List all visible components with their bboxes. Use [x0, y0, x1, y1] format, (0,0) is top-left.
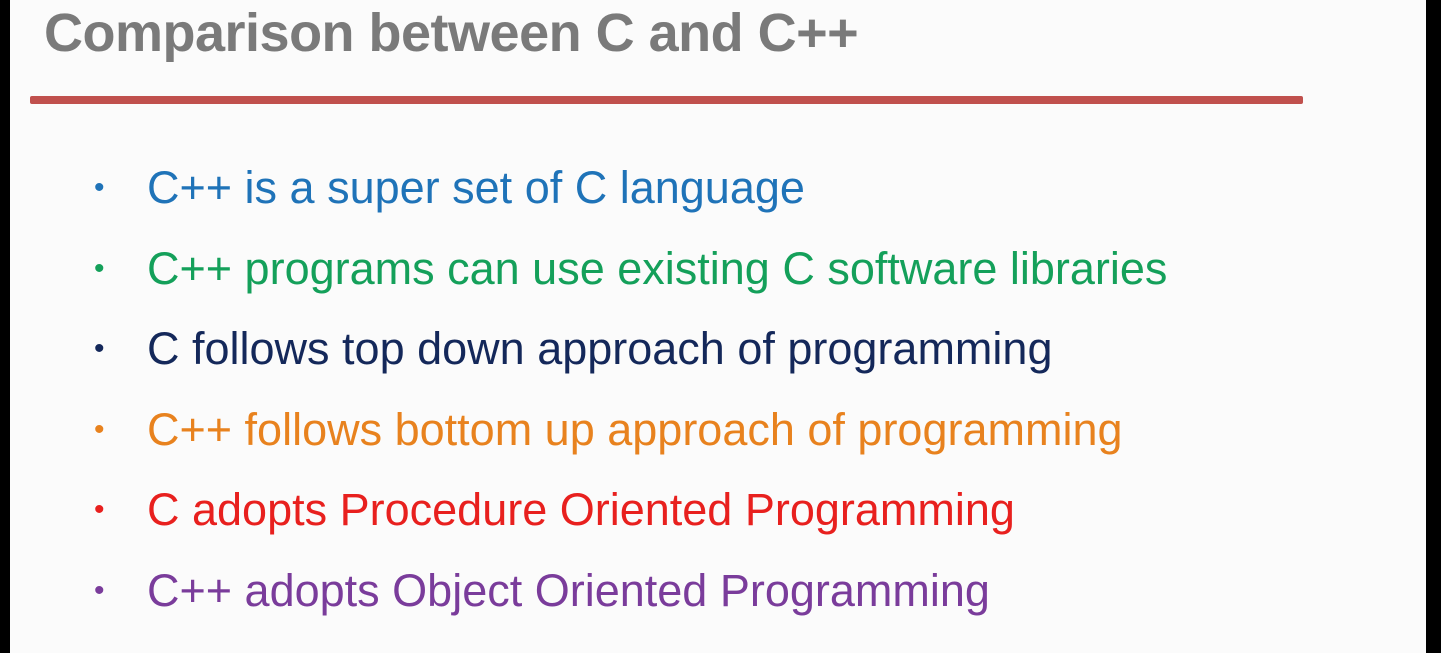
bullet-item: • C++ adopts Object Oriented Programming	[90, 551, 1167, 632]
bullet-text: C++ adopts Object Oriented Programming	[147, 564, 990, 616]
bullet-list: • C++ is a super set of C language • C++…	[90, 148, 1167, 631]
bullet-marker: •	[94, 251, 105, 285]
bullet-marker: •	[94, 412, 105, 446]
bullet-item: • C follows top down approach of program…	[90, 309, 1167, 390]
bullet-text: C adopts Procedure Oriented Programming	[147, 484, 1015, 535]
bullet-item: • C++ programs can use existing C softwa…	[90, 229, 1167, 310]
bullet-text: C++ is a super set of C language	[147, 162, 805, 213]
bullet-marker: •	[94, 171, 105, 204]
bullet-item: • C adopts Procedure Oriented Programmin…	[90, 470, 1167, 551]
bullet-item: • C++ follows bottom up approach of prog…	[90, 390, 1167, 471]
slide-title: Comparison between C and C++	[44, 3, 859, 63]
slide: Comparison between C and C++ • C++ is a …	[10, 0, 1426, 653]
bullet-text: C++ follows bottom up approach of progra…	[147, 403, 1123, 455]
bullet-marker: •	[94, 573, 105, 607]
bullet-item: • C++ is a super set of C language	[90, 148, 1167, 229]
bullet-marker: •	[94, 493, 105, 526]
bullet-text: C follows top down approach of programmi…	[147, 323, 1053, 374]
bullet-marker: •	[94, 332, 105, 365]
title-underline	[30, 96, 1303, 104]
bullet-text: C++ programs can use existing C software…	[147, 242, 1168, 294]
